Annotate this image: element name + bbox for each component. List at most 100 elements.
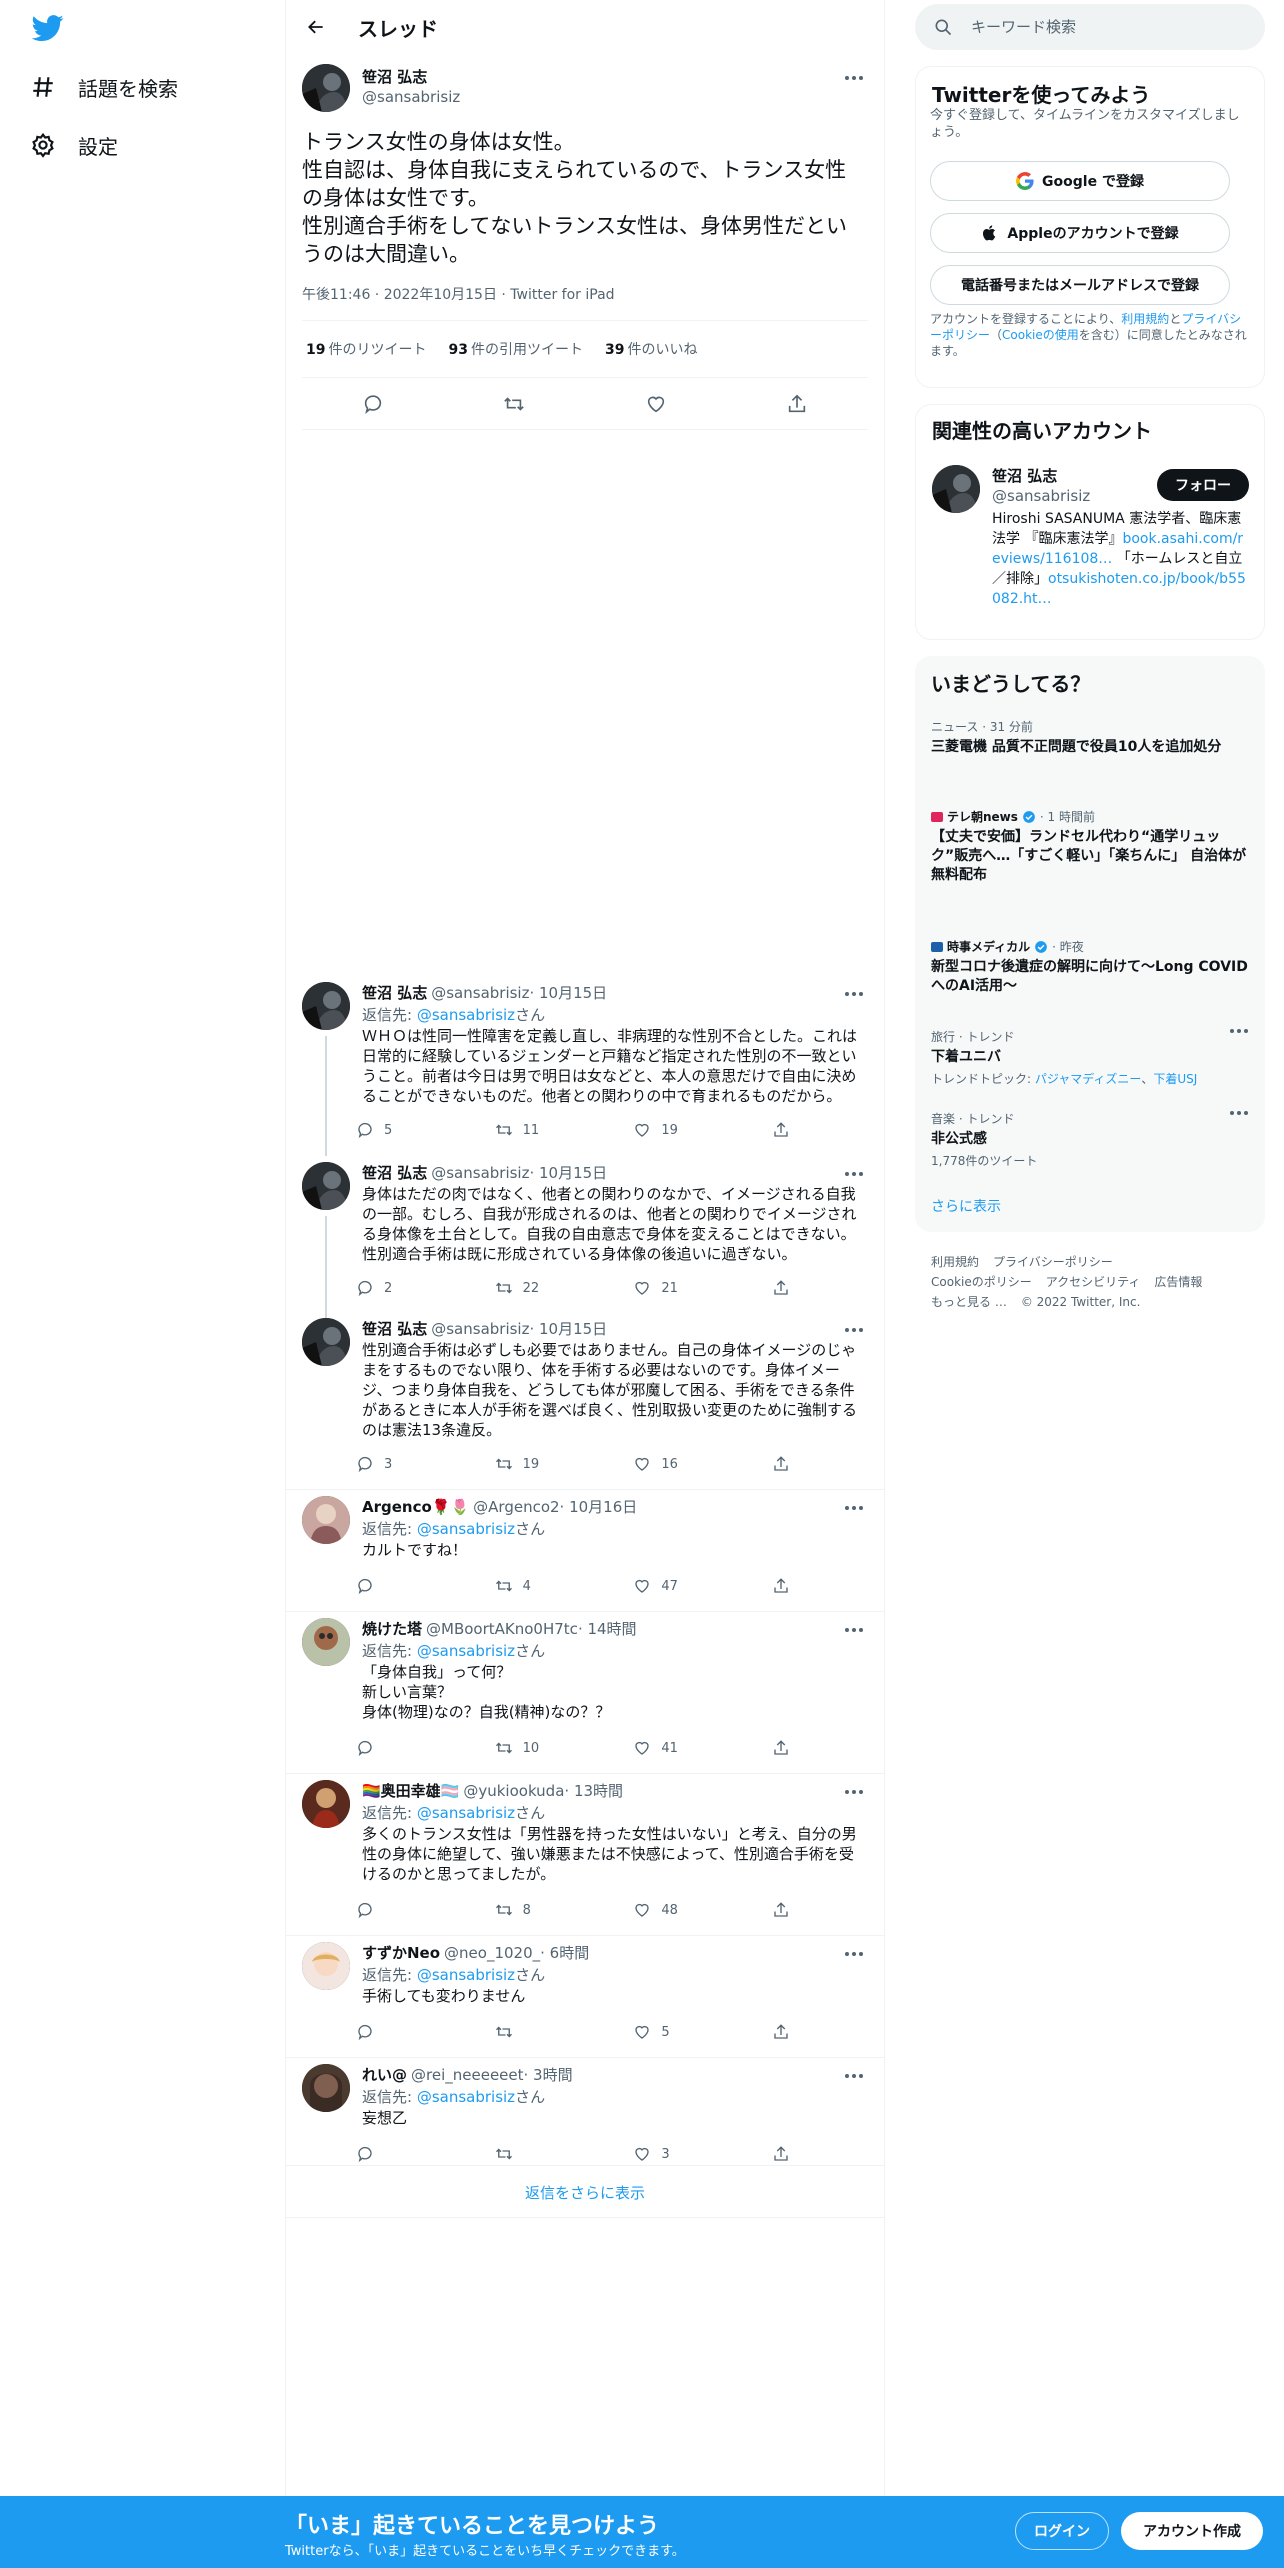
author-handle[interactable]: @sansabrisiz — [431, 1164, 529, 1182]
author-handle[interactable]: @sansabrisiz — [362, 88, 460, 106]
retweet-button[interactable]: 8 — [495, 1898, 555, 1922]
footer-link[interactable]: 利用規約 — [931, 1255, 979, 1269]
like-button[interactable]: 21 — [633, 1276, 693, 1300]
retweet-button[interactable]: 11 — [495, 1118, 555, 1142]
reply-to-link[interactable]: @sansabrisiz — [417, 1966, 515, 1984]
more-icon[interactable] — [840, 1944, 868, 1964]
avatar[interactable] — [302, 1318, 350, 1366]
share-button[interactable] — [772, 1898, 796, 1922]
retweet-button[interactable] — [495, 2142, 555, 2166]
tweet-timestamp[interactable]: · 6時間 — [540, 1942, 589, 1963]
reply-to-link[interactable]: @sansabrisiz — [417, 1642, 515, 1660]
show-more-trends-link[interactable]: さらに表示 — [931, 1196, 1001, 1216]
share-button[interactable] — [772, 1736, 796, 1760]
avatar[interactable] — [302, 2064, 350, 2112]
reply-to-link[interactable]: @sansabrisiz — [417, 1804, 515, 1822]
twitter-logo-icon[interactable] — [30, 12, 66, 44]
quote-count[interactable]: 93 件の引用ツイート — [448, 339, 582, 359]
author-name[interactable]: 🏳️‍🌈奥田幸雄🏳️‍⚧️ — [362, 1780, 459, 1801]
author-handle[interactable]: @yukiookuda — [463, 1782, 564, 1800]
author-name[interactable]: 笹沼 弘志 — [362, 1162, 427, 1183]
author-handle[interactable]: @sansabrisiz — [431, 1320, 529, 1338]
retweet-icon[interactable] — [496, 386, 532, 422]
avatar[interactable] — [302, 982, 350, 1030]
search-bar[interactable] — [915, 4, 1265, 50]
avatar[interactable] — [302, 1496, 350, 1544]
reply-tweet[interactable]: 笹沼 弘志 @sansabrisiz · 10月15日 性別適合手術は必ずしも必要で… — [286, 1318, 884, 1490]
more-icon[interactable] — [840, 1620, 868, 1640]
more-icon[interactable] — [840, 1498, 868, 1518]
more-icon[interactable] — [840, 1320, 868, 1340]
author-name[interactable]: 焼けた塔 — [362, 1618, 422, 1639]
more-icon[interactable] — [1229, 1110, 1249, 1120]
reply-button[interactable] — [356, 2020, 416, 2044]
cookie-link[interactable]: Cookieの使用 — [1002, 328, 1079, 342]
like-button[interactable]: 3 — [633, 2142, 693, 2166]
like-button[interactable]: 48 — [633, 1898, 693, 1922]
reply-button[interactable]: 5 — [356, 1118, 416, 1142]
share-icon[interactable] — [779, 386, 815, 422]
reply-button[interactable] — [356, 1736, 416, 1760]
nav-settings[interactable]: 設定 — [30, 120, 118, 170]
author-handle[interactable]: @neo_1020_ — [444, 1944, 540, 1962]
retweet-button[interactable]: 10 — [495, 1736, 555, 1760]
back-button[interactable] — [298, 9, 334, 45]
share-button[interactable] — [772, 1452, 796, 1476]
reply-to-link[interactable]: @sansabrisiz — [417, 1006, 515, 1024]
search-input[interactable] — [971, 18, 1251, 36]
follow-button[interactable]: フォロー — [1157, 469, 1249, 501]
more-icon[interactable] — [840, 1164, 868, 1184]
trend-link[interactable]: パジャマディズニー — [1035, 1072, 1141, 1086]
reply-button[interactable] — [356, 2142, 416, 2166]
tweet-timestamp[interactable]: · 3時間 — [524, 2064, 573, 2085]
reply-tweet[interactable]: 🏳️‍🌈奥田幸雄🏳️‍⚧️ @yukiookuda · 13時間 返信先: @san… — [286, 1780, 884, 1936]
author-handle[interactable]: @Argenco2 — [473, 1498, 559, 1516]
footer-link[interactable]: アクセシビリティ — [1046, 1275, 1141, 1289]
share-button[interactable] — [772, 1276, 796, 1300]
retweet-count[interactable]: 19 件のリツイート — [306, 339, 426, 359]
reply-button[interactable] — [356, 1898, 416, 1922]
footer-link[interactable]: 広告情報 — [1154, 1275, 1202, 1289]
more-icon[interactable] — [1229, 1028, 1249, 1038]
like-button[interactable]: 47 — [633, 1574, 693, 1598]
author-name[interactable]: れい@ — [362, 2064, 407, 2085]
author-name[interactable]: 笹沼 弘志 — [362, 1318, 427, 1339]
like-count[interactable]: 39 件のいいね — [605, 339, 697, 359]
tweet-timestamp[interactable]: · 10月16日 — [560, 1496, 638, 1517]
more-icon[interactable] — [840, 1782, 868, 1802]
reply-tweet[interactable]: Argenco🌹🌷 @Argenco2 · 10月16日 返信先: @sansabr… — [286, 1496, 884, 1612]
google-signup-button[interactable]: Google で登録 — [930, 161, 1230, 201]
share-button[interactable] — [772, 1118, 796, 1142]
nav-explore[interactable]: 話題を検索 — [30, 62, 178, 112]
reply-tweet[interactable]: 焼けた塔 @MBoortAKno0H7tc · 14時間 返信先: @sansabr… — [286, 1618, 884, 1774]
more-icon[interactable] — [840, 2066, 868, 2086]
share-button[interactable] — [772, 2142, 796, 2166]
reply-to-link[interactable]: @sansabrisiz — [417, 2088, 515, 2106]
reply-icon[interactable] — [355, 386, 391, 422]
reply-tweet[interactable]: れい@ @rei_neeeeeet · 3時間 返信先: @sansabrisizさ… — [286, 2064, 884, 2166]
trend-item[interactable]: 時事メディカル · 昨夜 新型コロナ後遺症の解明に向けて～Long COVIDへ… — [931, 938, 1249, 996]
author-handle[interactable]: @MBoortAKno0H7tc — [426, 1620, 578, 1638]
tweet-timestamp[interactable]: · 10月15日 — [529, 982, 607, 1003]
tweet-timestamp[interactable]: · 10月15日 — [529, 1318, 607, 1339]
like-button[interactable]: 5 — [633, 2020, 693, 2044]
trend-item[interactable]: ニュース · 31 分前 三菱電機 品質不正問題で役員10人を追加処分 — [931, 718, 1249, 757]
account-handle[interactable]: @sansabrisiz — [992, 487, 1090, 505]
author-name[interactable]: 笹沼 弘志 — [362, 66, 427, 87]
trend-item[interactable]: 旅行 · トレンド 下着ユニバ トレンドトピック: パジャマディズニー、下着US… — [931, 1028, 1249, 1087]
reply-button[interactable] — [356, 1574, 416, 1598]
avatar[interactable] — [302, 1780, 350, 1828]
like-button[interactable]: 16 — [633, 1452, 693, 1476]
like-icon[interactable] — [638, 386, 674, 422]
reply-tweet[interactable]: すずかNeo @neo_1020_ · 6時間 返信先: @sansabrisizさ… — [286, 1942, 884, 2058]
avatar[interactable] — [932, 465, 980, 513]
reply-button[interactable]: 2 — [356, 1276, 416, 1300]
footer-link[interactable]: Cookieのポリシー — [931, 1275, 1032, 1289]
share-button[interactable] — [772, 2020, 796, 2044]
tweet-timestamp[interactable]: · 14時間 — [578, 1618, 637, 1639]
phone-email-signup-button[interactable]: 電話番号またはメールアドレスで登録 — [930, 265, 1230, 305]
like-button[interactable]: 19 — [633, 1118, 693, 1142]
author-name[interactable]: すずかNeo — [362, 1942, 440, 1963]
avatar[interactable] — [302, 64, 350, 112]
trend-link[interactable]: 下着USJ — [1153, 1072, 1197, 1086]
